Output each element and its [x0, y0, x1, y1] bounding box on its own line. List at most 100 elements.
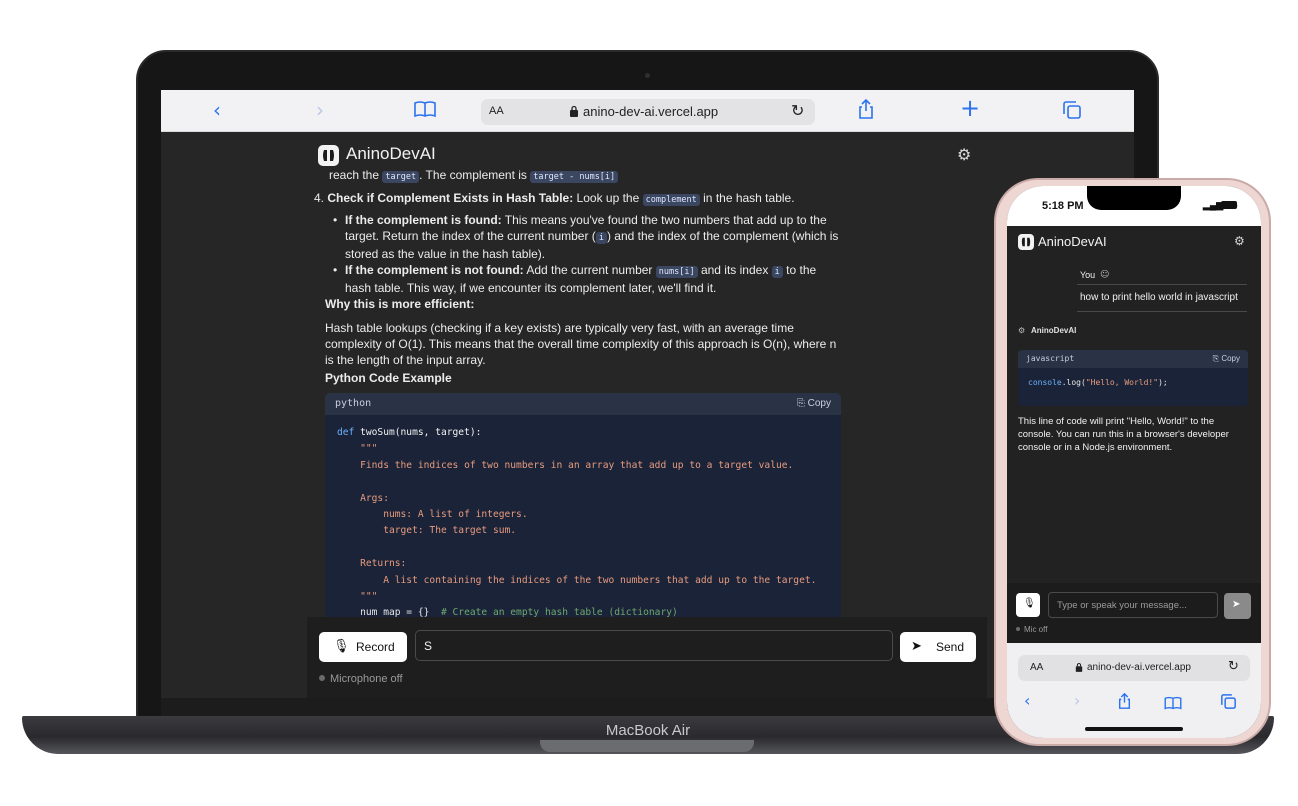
app-header [161, 132, 1134, 170]
code-token: A list containing the indices of the two… [337, 574, 817, 586]
code-token: console [1028, 378, 1062, 387]
message-input[interactable] [415, 630, 893, 661]
app-logo-icon [318, 145, 339, 166]
clipped-text-a: reach the [329, 168, 380, 182]
message-input[interactable] [1048, 592, 1218, 618]
app-title: AninoDevAI [1038, 234, 1107, 249]
bullet-dot: • [333, 263, 338, 277]
lock-icon [1075, 663, 1083, 672]
phone-notch [1087, 186, 1181, 210]
reader-aa-button[interactable]: AA [489, 105, 504, 117]
copy-button[interactable]: ⎘ Copy [797, 398, 831, 409]
record-label: Record [356, 640, 395, 654]
send-button[interactable]: ➤ Send [900, 632, 976, 662]
address-bar[interactable]: AA anino-dev-ai.vercel.app ↻ [481, 99, 815, 125]
inline-code: complement [642, 194, 700, 206]
laptop-base-notch [540, 740, 754, 752]
book-icon[interactable] [1164, 695, 1182, 714]
bot-icon: ⚙ [1018, 326, 1026, 335]
reader-aa-button[interactable]: AA [1030, 662, 1043, 673]
copy-button[interactable]: ⎘ Copy [1213, 354, 1240, 364]
code-block: python ⎘ Copy def twoSum(nums, target): … [325, 393, 841, 618]
copy-label: Copy [1221, 354, 1240, 363]
chevron-left-icon[interactable]: ‹ [213, 98, 221, 122]
bullet-text-b: and its index [700, 263, 769, 277]
list-item-not-found: • If the complement is not found: Add th… [333, 262, 845, 296]
status-dot [319, 675, 325, 681]
copy-icon: ⎘ [796, 398, 805, 409]
status-time: 5:18 PM [1042, 200, 1084, 212]
step-text: Look up the [576, 191, 640, 205]
code-token: target: The target sum. [337, 525, 517, 537]
code-text: def twoSum(nums, target): """ Finds the … [337, 425, 816, 618]
app-title: AninoDevAI [346, 144, 436, 163]
url-text: anino-dev-ai.vercel.app [1087, 662, 1191, 673]
code-language: javascript [1026, 354, 1075, 363]
app-logo-icon [1018, 234, 1034, 250]
divider [1077, 311, 1247, 312]
send-icon: ➤ [911, 639, 922, 654]
share-icon[interactable] [1118, 692, 1131, 713]
code-text: console.log("Hello, World!"); [1028, 378, 1168, 387]
copy-icon: ⎘ [1212, 354, 1220, 363]
tabs-icon[interactable] [1063, 100, 1081, 124]
home-indicator [1085, 727, 1183, 731]
device-label: MacBook Air [605, 722, 691, 739]
send-button[interactable]: ➤ [1224, 593, 1251, 619]
code-token: nums: A list of integers. [337, 509, 528, 521]
microphone-icon: 🎙︎ [1023, 598, 1036, 609]
lock-icon [570, 105, 578, 117]
code-token: "Hello, World!" [1085, 378, 1159, 387]
url-text: anino-dev-ai.vercel.app [583, 104, 719, 119]
device-mockup-stage: ‹ › AA anino-dev-ai.vercel.app ↻ + reach… [0, 0, 1298, 806]
list-item-found: • If the complement is found: This means… [333, 212, 845, 262]
clipped-text-b: . The complement is [419, 168, 527, 182]
camera-dot [645, 73, 650, 78]
gear-icon[interactable]: ⚙ [957, 145, 971, 164]
code-token: ); [1158, 378, 1168, 387]
microphone-status-text: Microphone off [330, 673, 403, 685]
step-number: 4. [314, 191, 325, 205]
record-button[interactable]: 🎙︎ Record [319, 632, 407, 662]
step-text-tail: in the hash table. [703, 191, 795, 205]
chevron-left-icon[interactable]: ‹ [1024, 691, 1030, 710]
address-bar[interactable]: AA anino-dev-ai.vercel.app ↻ [1018, 655, 1250, 681]
bullet-heading: If the complement is found: [345, 213, 502, 227]
user-label: You [1080, 270, 1096, 280]
code-language: python [335, 398, 372, 409]
record-button[interactable]: 🎙︎ [1016, 593, 1040, 617]
send-label: Send [936, 640, 965, 654]
share-icon[interactable] [858, 98, 874, 124]
inline-code: i [595, 232, 607, 244]
microphone-status-text: Mic off [1024, 625, 1048, 634]
book-icon[interactable] [414, 99, 436, 123]
tabs-icon[interactable] [1221, 694, 1236, 713]
code-block: javascript ⎘ Copy console.log("Hello, Wo… [1018, 350, 1248, 406]
chevron-right-icon[interactable]: › [1074, 691, 1080, 710]
status-dot [1016, 627, 1020, 631]
bot-label: AninoDevAI [1031, 326, 1077, 335]
code-token: twoSum(nums, target): [354, 427, 482, 438]
battery-icon [1221, 201, 1237, 209]
plus-icon[interactable]: + [960, 96, 980, 120]
inline-code: i [771, 266, 783, 278]
code-token: def [337, 427, 355, 438]
status-bar: 5:18 PM ▂▄▆ 5G [1007, 186, 1261, 226]
user-icon: ☺ [1100, 270, 1110, 280]
section-heading-code: Python Code Example [325, 371, 452, 385]
chat-input-bar: 🎙︎ Record ➤ Send Microphone off [307, 617, 987, 698]
inline-code: target - nums[i] [530, 171, 619, 183]
reload-icon[interactable]: ↻ [1228, 659, 1239, 674]
safari-bottom-bar: AA anino-dev-ai.vercel.app ↻ ‹ › [1007, 643, 1261, 738]
code-token: """ [337, 443, 378, 455]
copy-label: Copy [807, 398, 831, 409]
chevron-right-icon[interactable]: › [316, 98, 324, 122]
divider [1077, 284, 1247, 285]
reload-icon[interactable]: ↻ [791, 101, 804, 120]
microphone-icon: 🎙︎ [333, 639, 350, 654]
code-block-header: python ⎘ Copy [325, 393, 841, 415]
code-token: Returns: [337, 558, 407, 570]
clipped-text-line: reach the target. The complement is targ… [329, 168, 619, 183]
gear-icon[interactable]: ⚙ [1234, 234, 1245, 248]
code-block-header: javascript ⎘ Copy [1018, 350, 1248, 368]
